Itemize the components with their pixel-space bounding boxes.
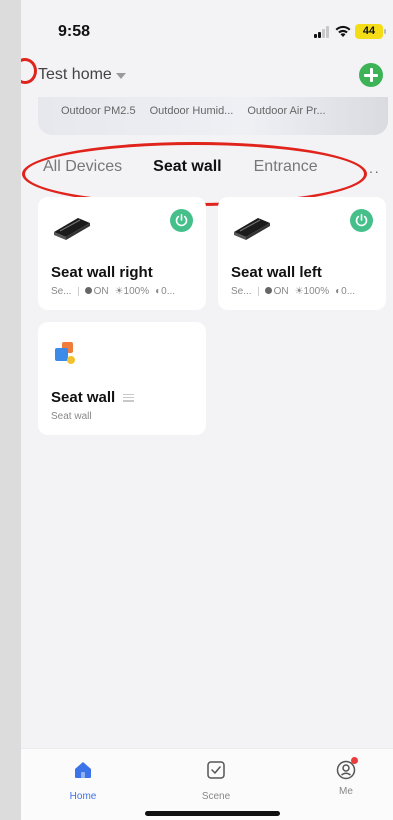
status-power: ON: [84, 286, 109, 297]
nav-scene-label: Scene: [201, 791, 231, 802]
nav-me[interactable]: Me: [316, 757, 376, 797]
power-button[interactable]: [350, 209, 373, 232]
group-name: Seat wall: [51, 389, 116, 406]
device-status: Se... ON ☀100% ◐0...: [51, 286, 175, 297]
status-extra: ◐0...: [155, 286, 176, 297]
device-name: Seat wall left: [231, 264, 322, 281]
nav-me-label: Me: [339, 786, 353, 797]
group-subtitle: Seat wall: [51, 411, 92, 422]
scene-checkbox-icon: [207, 761, 225, 779]
group-list-icon: [123, 393, 135, 402]
home-selector[interactable]: Test home: [38, 66, 126, 84]
status-bar: 9:58 44: [21, 0, 393, 60]
status-brightness: ☀100%: [294, 286, 330, 297]
home-title: Test home: [38, 66, 112, 83]
status-power: ON: [264, 286, 289, 297]
device-status: Se... ON ☀100% ◐0...: [231, 286, 355, 297]
weather-item-humidity: Outdoor Humid...: [149, 105, 234, 117]
home-indicator: [145, 811, 280, 816]
status-brightness: ☀100%: [114, 286, 150, 297]
status-prefix: Se...: [231, 286, 252, 297]
wifi-icon: [335, 25, 351, 37]
nav-scene[interactable]: Scene: [186, 759, 246, 802]
status-extra: ◐0...: [335, 286, 356, 297]
notification-dot: [351, 757, 358, 764]
battery-indicator: 44: [355, 24, 386, 39]
home-icon: [75, 762, 91, 778]
add-device-button[interactable]: [359, 63, 383, 87]
power-status-icon: [264, 287, 272, 294]
power-icon: [175, 214, 188, 227]
power-status-icon: [84, 287, 92, 294]
divider: [77, 287, 79, 296]
weather-card[interactable]: Outdoor PM2.5 Outdoor Humid... Outdoor A…: [38, 97, 388, 135]
light-strip-icon: [234, 218, 270, 240]
status-time: 9:58: [58, 23, 91, 40]
power-icon: [355, 214, 368, 227]
annotation-circle-fragment: [21, 58, 37, 84]
nav-home-label: Home: [69, 791, 97, 802]
group-card-seat-wall[interactable]: Seat wall Seat wall: [38, 322, 206, 435]
device-card-seat-wall-right[interactable]: Seat wall right Se... ON ☀100% ◐0...: [38, 197, 206, 310]
divider: [257, 287, 259, 296]
signal-icon: [314, 26, 330, 38]
weather-item-pm25: Outdoor PM2.5: [61, 105, 136, 117]
weather-item-air-pressure: Outdoor Air Pr...: [247, 105, 326, 117]
bottom-tab-bar: Home Scene Me: [21, 748, 393, 820]
device-card-seat-wall-left[interactable]: Seat wall left Se... ON ☀100% ◐0...: [218, 197, 386, 310]
nav-home[interactable]: Home: [53, 759, 113, 802]
status-prefix: Se...: [51, 286, 72, 297]
power-button[interactable]: [170, 209, 193, 232]
light-strip-icon: [54, 218, 90, 240]
device-name: Seat wall right: [51, 264, 153, 281]
caret-down-icon: [115, 73, 126, 79]
app-screen: 9:58 44 Test home Outdoor PM2.5 Outdoor …: [21, 0, 393, 820]
device-group-icon: [55, 342, 75, 364]
